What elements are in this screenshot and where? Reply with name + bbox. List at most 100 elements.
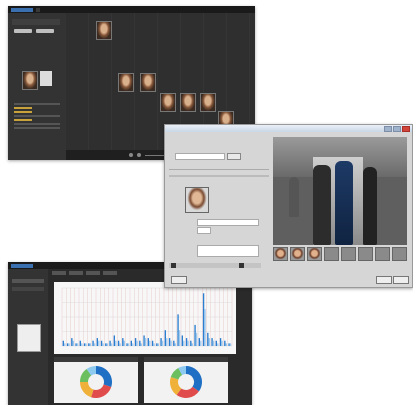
tree-item[interactable]	[14, 115, 60, 117]
dashboard-tab[interactable]	[69, 271, 83, 275]
bar	[76, 343, 79, 346]
bar	[136, 340, 138, 346]
bar	[115, 340, 117, 346]
sidebar-button[interactable]	[14, 29, 32, 33]
bar	[177, 314, 179, 346]
bar	[89, 343, 91, 346]
face-thumbnail[interactable]	[200, 93, 216, 112]
person-search-dialog	[164, 124, 413, 288]
bar	[190, 340, 192, 346]
maximize-icon[interactable]	[393, 125, 401, 132]
bar	[178, 330, 181, 346]
dashboard-tabs	[52, 271, 117, 275]
selected-face-thumbnail[interactable]	[22, 71, 38, 90]
bar	[217, 343, 219, 346]
face-thumbnail-empty[interactable]	[375, 247, 390, 261]
face-thumbnail-empty[interactable]	[324, 247, 339, 261]
tree-item[interactable]	[14, 111, 32, 113]
sidebar-filter[interactable]	[12, 287, 44, 291]
bar	[156, 343, 158, 346]
cancel-button[interactable]	[393, 276, 409, 284]
dashboard-tab[interactable]	[103, 271, 117, 275]
bar	[66, 343, 69, 346]
bar	[221, 340, 223, 346]
face-thumbnail[interactable]	[273, 247, 288, 261]
face-thumbnail-empty[interactable]	[358, 247, 373, 261]
bar	[75, 343, 77, 346]
bar	[153, 343, 155, 346]
close-icon[interactable]	[402, 125, 410, 132]
face-thumbnail-empty[interactable]	[392, 247, 407, 261]
bar	[151, 340, 154, 346]
age-field[interactable]	[197, 227, 211, 234]
bar	[198, 338, 200, 346]
bar	[229, 343, 232, 346]
bar	[208, 338, 210, 346]
video-person	[363, 167, 377, 245]
search-input[interactable]	[175, 153, 225, 160]
bar	[185, 338, 188, 346]
tree-item[interactable]	[14, 119, 32, 121]
bar	[109, 340, 111, 346]
bar	[71, 338, 73, 346]
report-card[interactable]	[17, 324, 41, 352]
slider-handle-start[interactable]	[171, 263, 176, 268]
bar	[212, 340, 215, 346]
video-frame	[273, 137, 407, 245]
tree-item[interactable]	[14, 103, 60, 105]
face-thumbnail[interactable]	[118, 73, 134, 92]
play-icon[interactable]	[136, 153, 141, 157]
bar	[85, 343, 87, 346]
face-thumbnail[interactable]	[160, 93, 176, 112]
app-logo	[11, 263, 33, 268]
face-thumbnail[interactable]	[180, 93, 196, 112]
bar	[149, 340, 151, 346]
name-field[interactable]	[197, 219, 259, 226]
section-label	[169, 175, 269, 177]
dashboard-tab[interactable]	[52, 271, 66, 275]
face-thumbnail[interactable]	[290, 247, 305, 261]
slider-handle-end[interactable]	[239, 263, 244, 268]
donut-slice	[96, 366, 112, 387]
face-thumbnail[interactable]	[96, 21, 112, 40]
bar	[224, 340, 226, 346]
dashboard-tab[interactable]	[86, 271, 100, 275]
bar	[83, 343, 86, 346]
bar	[113, 335, 115, 346]
bar	[164, 330, 166, 346]
donut-slice	[186, 366, 202, 392]
viewer-titlebar	[8, 6, 255, 13]
face-thumbnail[interactable]	[307, 247, 322, 261]
tree-list	[10, 101, 64, 131]
slider-track[interactable]	[169, 263, 261, 268]
bar-chart-panel	[54, 282, 236, 354]
donut-chart	[170, 366, 202, 398]
donut-slice	[91, 384, 112, 398]
bar	[122, 338, 124, 346]
ok-button[interactable]	[376, 276, 392, 284]
face-thumbnail-empty[interactable]	[341, 247, 356, 261]
bar	[134, 338, 137, 346]
bar	[170, 340, 172, 346]
tree-item[interactable]	[14, 123, 60, 125]
person-portrait	[185, 187, 209, 213]
viewer-sidebar	[8, 13, 67, 160]
viewer-tab[interactable]	[36, 7, 40, 12]
bar	[105, 343, 107, 346]
tree-item[interactable]	[14, 107, 32, 109]
face-thumbnail[interactable]	[140, 73, 156, 92]
notes-field[interactable]	[197, 245, 259, 257]
bar	[194, 324, 196, 346]
bar	[144, 338, 147, 346]
back-button[interactable]	[171, 276, 187, 284]
tree-item[interactable]	[14, 127, 60, 129]
minimize-icon[interactable]	[384, 125, 392, 132]
bar	[93, 343, 96, 346]
bar	[160, 338, 162, 346]
bar	[79, 340, 81, 346]
app-logo	[11, 7, 33, 12]
search-button[interactable]	[227, 153, 241, 160]
bar	[191, 343, 193, 346]
sidebar-button-2[interactable]	[36, 29, 54, 33]
previous-icon[interactable]	[128, 153, 133, 157]
